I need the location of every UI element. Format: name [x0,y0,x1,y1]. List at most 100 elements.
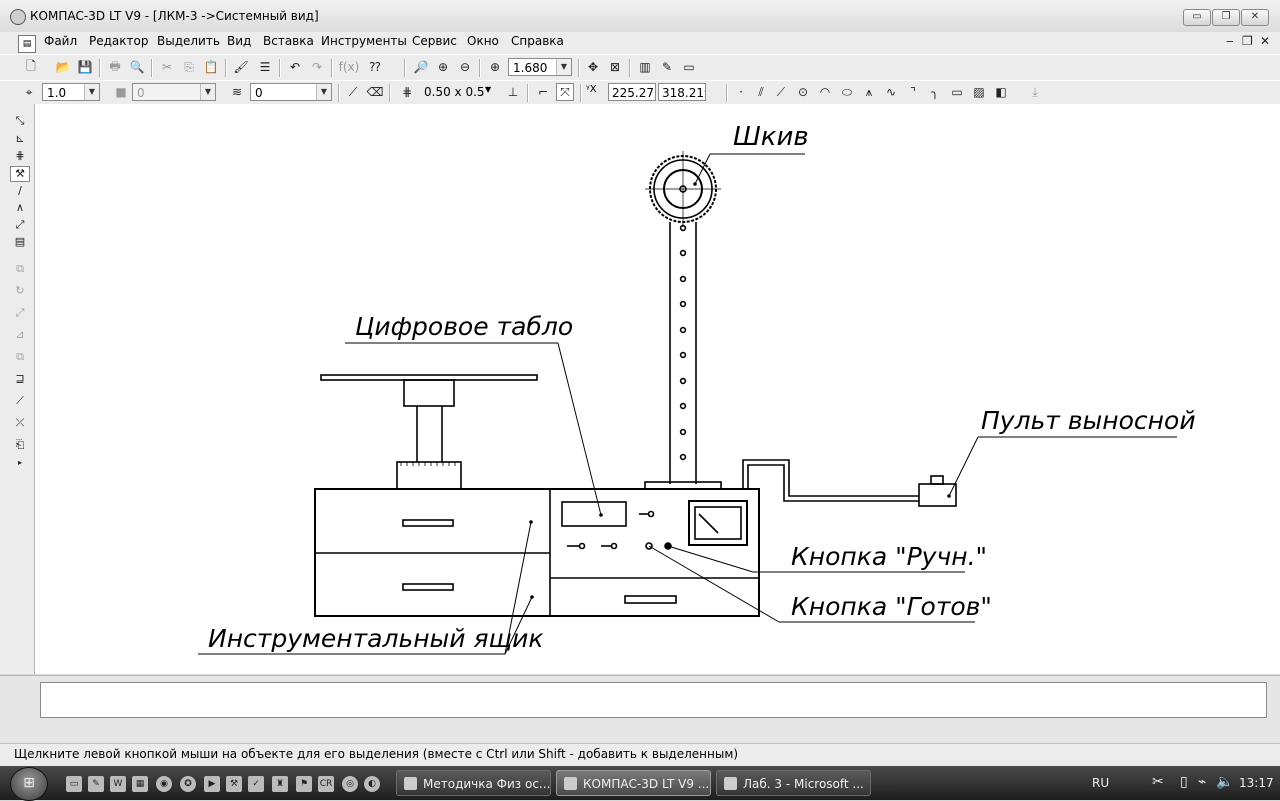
drawing-canvas[interactable]: Шкив Цифровое табло Пульт выносной Кнопк… [35,104,1280,674]
task-button-manual-doc[interactable]: Методичка Физ ос... [396,770,551,796]
media-player-icon[interactable]: ▶ [204,776,220,792]
arc-icon[interactable]: ◠ [816,83,834,101]
hatch-icon[interactable]: ▨ [970,83,988,101]
command-input-box[interactable] [40,682,1267,718]
task-button-kompas[interactable]: КОМПАС-3D LT V9 ... [556,770,711,796]
close-button[interactable]: ✕ [1241,9,1269,26]
volume-icon[interactable]: 🔈 [1216,774,1233,790]
restore-button[interactable]: ❐ [1212,9,1240,26]
mdi-restore-button[interactable]: ❐ [1242,34,1253,48]
zoom-scale-icon[interactable]: ⊕ [486,58,504,76]
move-icon[interactable]: ⧉ [10,262,30,278]
quicklaunch-icon[interactable]: ✎ [88,776,104,792]
chevron-down-icon[interactable]: ▼ [84,84,99,100]
language-indicator[interactable]: RU [1092,776,1109,790]
insert-icon[interactable]: ⤓ [1026,83,1044,101]
fillet-icon[interactable]: ╮ [926,83,944,101]
pan-icon[interactable]: ✥ [584,58,602,76]
zoom-out-icon[interactable]: ⊖ [456,58,474,76]
chevron-down-icon[interactable]: ▼ [200,84,215,100]
local-cs-icon[interactable]: ⌖ [20,83,38,101]
menu-editor[interactable]: Редактор [89,34,148,48]
refresh-icon[interactable]: ▥ [636,58,654,76]
bezier-icon[interactable]: ∿ [882,83,900,101]
quicklaunch-icon[interactable]: ◉ [156,776,172,792]
coord-x-field[interactable]: 225.277 [608,83,656,101]
new-document-icon[interactable]: 🗋 [22,58,40,76]
parametrization-icon[interactable]: ∕ [10,184,30,200]
grid-value[interactable]: 0.50 x 0.5 [424,85,485,99]
circle-icon[interactable]: ⊙ [794,83,812,101]
point-icon[interactable]: · [732,83,750,101]
menu-service[interactable]: Сервис [412,34,457,48]
document-icon[interactable]: ▤ [18,35,36,53]
symbols-icon[interactable]: ⋕ [10,149,30,165]
show-desktop-icon[interactable]: ▭ [66,776,82,792]
grid-icon[interactable]: ⋕ [398,83,416,101]
quicklaunch-icon[interactable]: CR [318,776,334,792]
print-preview-icon[interactable]: 🔍 [128,58,146,76]
symmetry-icon[interactable]: ⊿ [10,328,30,344]
layer-combo[interactable]: 0 ▼ [250,83,332,101]
tray-safely-remove-icon[interactable]: ⌁ [1198,774,1206,790]
rectangle-icon[interactable]: ▭ [948,83,966,101]
eraser-icon[interactable]: ⌫ [366,83,384,101]
clipboard-icon[interactable]: ⎗ [10,438,30,454]
menu-file[interactable]: Файл [44,34,77,48]
print-icon[interactable]: 🖶 [106,58,124,76]
menu-insert[interactable]: Вставка [263,34,314,48]
properties-icon[interactable]: ☰ [256,58,274,76]
dimensions-icon[interactable]: ⊾ [10,132,30,148]
cut-icon[interactable]: ✂ [158,58,176,76]
redo-icon[interactable]: ↷ [308,58,326,76]
menu-view[interactable]: Вид [227,34,251,48]
kompas-app-icon[interactable] [10,9,26,25]
snap-toggle-icon[interactable]: ⤧ [556,83,574,101]
mdi-close-button[interactable]: ✕ [1260,34,1270,48]
snap-icon[interactable]: ⟋ [344,83,362,101]
editing-icon[interactable]: ⚒ [10,166,30,182]
paste-icon[interactable]: 📋 [202,58,220,76]
trim-icon[interactable]: ⟋ [10,394,30,410]
word-icon[interactable]: W [110,776,126,792]
chevron-down-icon[interactable]: ▼ [316,84,331,100]
contour-icon[interactable]: ◧ [992,83,1010,101]
save-icon[interactable]: 💾 [76,58,94,76]
clock[interactable]: 13:17 [1239,776,1274,790]
zoom-window-icon[interactable]: 🔎 [412,58,430,76]
quicklaunch-icon[interactable]: ✓ [248,776,264,792]
zoom-in-icon[interactable]: ⊕ [434,58,452,76]
tray-network-icon[interactable]: ▯ [1180,774,1188,790]
select-icon[interactable]: ⤢ [10,218,30,234]
layers-icon[interactable]: ≋ [228,83,246,101]
deform-icon[interactable]: ⊒ [10,372,30,388]
context-help-icon[interactable]: ⁇ [366,58,384,76]
quicklaunch-icon[interactable]: ⚒ [226,776,242,792]
quicklaunch-icon[interactable]: ▦ [132,776,148,792]
measure-icon[interactable]: ∧ [10,201,30,217]
spec-icon[interactable]: ▤ [10,235,30,251]
task-button-word[interactable]: Лаб. 3 - Microsoft ... [716,770,871,796]
kompas-quicklaunch-icon[interactable]: ✪ [180,776,196,792]
menu-select[interactable]: Выделить [157,34,220,48]
auxiliary-line-icon[interactable]: ⫽ [752,83,770,101]
tray-tool-icon[interactable]: ✂ [1152,774,1164,790]
scale-icon[interactable]: ⤢ [10,306,30,322]
mdi-minimize-button[interactable]: ‒ [1226,34,1234,48]
break-icon[interactable]: ⤫ [10,416,30,432]
scale-combo[interactable]: 1.0 ▼ [42,83,100,101]
zoom-combo[interactable]: 1.680 ▼ [508,58,572,76]
quicklaunch-icon[interactable]: ♜ [272,776,288,792]
round-icon[interactable]: ⌐ [534,83,552,101]
quicklaunch-icon[interactable]: ⚑ [296,776,312,792]
segment-icon[interactable]: ⟋ [772,83,790,101]
chamfer-icon[interactable]: ⌝ [904,83,922,101]
regenerate-icon[interactable]: ✎ [658,58,676,76]
style-combo[interactable]: 0 ▼ [132,83,216,101]
chevron-down-icon[interactable]: ▼ [556,59,571,75]
menu-tools[interactable]: Инструменты [321,34,407,48]
start-button[interactable]: ⊞ [10,767,48,801]
polyline-icon[interactable]: ⩚ [860,83,878,101]
open-folder-icon[interactable]: 📂 [54,58,72,76]
copy-objects-icon[interactable]: ⧉ [10,350,30,366]
